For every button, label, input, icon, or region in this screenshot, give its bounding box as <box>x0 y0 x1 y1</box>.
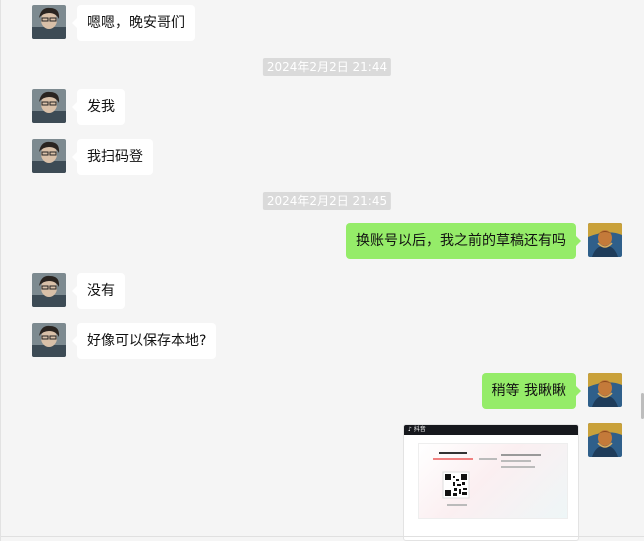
divider <box>1 536 644 537</box>
message-text: 发我 <box>87 99 115 115</box>
message-text: 换账号以后，我之前的草稿还有吗 <box>356 233 566 249</box>
message-text: 稍等 我瞅瞅 <box>491 383 566 399</box>
image-message[interactable]: ♪ 抖音 <box>403 424 579 541</box>
message-bubble-incoming[interactable]: 我扫码登 <box>72 139 153 175</box>
friend-avatar[interactable] <box>32 323 66 357</box>
tiktok-logo-icon: ♪ <box>408 426 412 433</box>
friend-avatar[interactable] <box>32 139 66 173</box>
self-avatar[interactable] <box>588 223 622 257</box>
message-bubble-incoming[interactable]: 没有 <box>72 273 125 309</box>
friend-avatar[interactable] <box>32 273 66 307</box>
timestamp-text: 2024年2月2日 21:44 <box>266 60 388 74</box>
message-text: 没有 <box>87 283 115 299</box>
message-bubble-incoming[interactable]: 发我 <box>72 89 125 125</box>
screenshot-illustration <box>433 452 541 506</box>
message-text: 我扫码登 <box>87 149 143 165</box>
self-avatar[interactable] <box>588 373 622 407</box>
timestamp: 2024年2月2日 21:44 <box>262 58 392 76</box>
chat-window: 嗯嗯，晚安哥们 2024年2月2日 21:44 发我 我扫码登 2024年2月2… <box>0 0 644 541</box>
screenshot-preview <box>418 443 568 519</box>
card-header-label: 抖音 <box>413 426 426 433</box>
self-avatar[interactable] <box>588 423 622 457</box>
card-header: ♪ 抖音 <box>404 425 578 435</box>
message-bubble-outgoing[interactable]: 稍等 我瞅瞅 <box>481 373 582 409</box>
message-bubble-outgoing[interactable]: 换账号以后，我之前的草稿还有吗 <box>346 223 581 259</box>
message-bubble-incoming[interactable]: 好像可以保存本地? <box>71 323 217 359</box>
friend-avatar[interactable] <box>32 5 66 39</box>
message-bubble-incoming[interactable]: 嗯嗯，晚安哥们 <box>72 5 195 41</box>
timestamp-text: 2024年2月2日 21:45 <box>266 194 388 208</box>
message-text: 好像可以保存本地? <box>87 333 207 349</box>
timestamp: 2024年2月2日 21:45 <box>262 192 392 210</box>
friend-avatar[interactable] <box>32 89 66 123</box>
message-text: 嗯嗯，晚安哥们 <box>87 15 185 31</box>
